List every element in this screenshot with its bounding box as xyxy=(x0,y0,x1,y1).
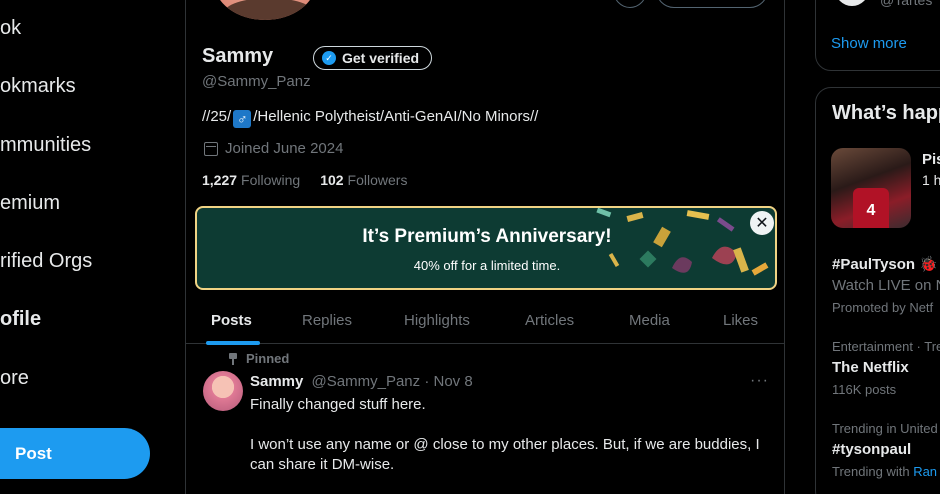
trend-paultyson-promoted: Promoted by Netf xyxy=(832,300,934,315)
joined-date: Joined June 2024 xyxy=(204,140,343,157)
profile-column: Sammy ✓ Get verified @Sammy_Panz //25/♂ /… xyxy=(185,0,785,494)
pinned-label: Pinned xyxy=(246,351,290,366)
trend-title-paultyson[interactable]: #PaulTyson 🐞 xyxy=(832,255,938,273)
followers-link[interactable]: 102 Followers xyxy=(320,172,407,188)
following-label: Following xyxy=(241,172,301,188)
profile-avatar[interactable] xyxy=(210,0,320,24)
active-tab-indicator xyxy=(206,341,260,345)
premium-anniversary-banner[interactable]: It’s Premium’s Anniversary! 40% off for … xyxy=(195,206,777,290)
news-title[interactable]: Pis xyxy=(922,151,940,168)
confetti-decoration xyxy=(596,208,769,276)
calendar-icon xyxy=(204,141,218,156)
promo-subtitle: 40% off for a limited time. xyxy=(413,258,561,273)
edit-profile-button[interactable] xyxy=(656,0,768,8)
more-icon[interactable]: ··· xyxy=(750,372,769,390)
trend-title-tysonpaul[interactable]: #tysonpaul xyxy=(832,441,911,458)
more-options-button[interactable] xyxy=(613,0,647,8)
trend-paultyson-description: Watch LIVE on N xyxy=(832,277,940,294)
trend-title-netflix[interactable]: The Netflix xyxy=(832,359,909,376)
nav-item-grok[interactable]: ok xyxy=(0,17,21,40)
nav-item-premium[interactable]: emium xyxy=(0,192,60,215)
tweet-header: Sammy @Sammy_Panz · Nov 8 xyxy=(250,373,473,390)
followers-label: Followers xyxy=(347,172,408,188)
tweet-line-1: Finally changed stuff here. xyxy=(250,396,426,413)
trend-related-prefix: Trending with xyxy=(832,464,910,479)
trend-paultyson-label: #PaulTyson xyxy=(832,256,916,273)
promo-title: It’s Premium’s Anniversary! xyxy=(362,226,612,247)
get-verified-button[interactable]: ✓ Get verified xyxy=(313,46,433,70)
tab-media[interactable]: Media xyxy=(629,296,670,344)
jersey-number: 4 xyxy=(853,188,889,228)
male-sign-icon: ♂ xyxy=(233,110,252,128)
tweet-date[interactable]: Nov 8 xyxy=(434,373,473,390)
tweet-separator: · xyxy=(424,373,430,390)
trend-tysonpaul-category: Trending in United xyxy=(832,421,938,436)
trend-related-link[interactable]: Ran xyxy=(913,464,937,479)
post-button-label: Post xyxy=(15,443,52,463)
right-sidebar: @Tartes Show more What’s happening 4 Pis… xyxy=(785,0,940,494)
profile-tabs: Posts Replies Highlights Articles Media … xyxy=(186,296,784,345)
tab-highlights[interactable]: Highlights xyxy=(404,296,470,344)
whats-happening-card: What’s happening 4 Pis 1 hr #PaulTyson 🐞… xyxy=(815,87,940,494)
joined-label: Joined June 2024 xyxy=(225,140,344,157)
trend-netflix-category: Entertainment · Tre xyxy=(832,339,940,354)
following-count: 1,227 xyxy=(202,172,238,188)
tweet-line-2: I won’t use any name or @ close to my ot… xyxy=(250,436,760,473)
follow-stats: 1,227 Following 102 Followers xyxy=(202,172,407,188)
tweet-avatar[interactable] xyxy=(203,371,243,411)
close-icon[interactable]: ✕ xyxy=(750,211,774,235)
tweet-text: Finally changed stuff here. I won’t use … xyxy=(250,395,775,494)
verified-badge-icon: ✓ xyxy=(322,51,336,65)
suggested-user-handle[interactable]: @Tartes xyxy=(880,0,932,8)
news-thumbnail[interactable]: 4 xyxy=(831,148,911,228)
profile-bio: //25/♂/Hellenic Polytheist/Anti-GenAI/No… xyxy=(202,108,538,128)
left-navigation: ok okmarks mmunities emium rified Orgs o… xyxy=(0,0,185,494)
tweet-author-name[interactable]: Sammy xyxy=(250,373,303,390)
nav-item-more[interactable]: ore xyxy=(0,367,29,390)
profile-handle: @Sammy_Panz xyxy=(202,73,311,90)
nav-item-communities[interactable]: mmunities xyxy=(0,134,91,157)
tab-likes[interactable]: Likes xyxy=(723,296,758,344)
tab-replies[interactable]: Replies xyxy=(302,296,352,344)
tab-posts[interactable]: Posts xyxy=(211,296,252,344)
nav-item-verified-orgs[interactable]: rified Orgs xyxy=(0,250,92,273)
bio-prefix: //25/ xyxy=(202,108,232,125)
news-subtitle: 1 hr xyxy=(922,172,940,188)
following-link[interactable]: 1,227 Following xyxy=(202,172,300,188)
trend-netflix-posts: 116K posts xyxy=(832,382,897,397)
trend-tysonpaul-related: Trending with Ran xyxy=(832,464,937,479)
whats-happening-title: What’s happening xyxy=(832,102,940,124)
pin-icon xyxy=(228,352,238,365)
ladybug-icon: 🐞 xyxy=(919,256,938,273)
get-verified-label: Get verified xyxy=(342,50,420,66)
tab-articles[interactable]: Articles xyxy=(525,296,574,344)
nav-item-profile[interactable]: ofile xyxy=(0,308,41,331)
tweet-author-handle[interactable]: @Sammy_Panz xyxy=(312,373,421,390)
nav-item-bookmarks[interactable]: okmarks xyxy=(0,75,76,98)
show-more-link[interactable]: Show more xyxy=(831,35,907,52)
post-button[interactable]: Post xyxy=(0,428,150,479)
profile-name: Sammy xyxy=(202,45,274,67)
followers-count: 102 xyxy=(320,172,344,188)
bio-suffix: /Hellenic Polytheist/Anti-GenAI/No Minor… xyxy=(253,108,539,125)
pinned-indicator: Pinned xyxy=(228,351,289,366)
